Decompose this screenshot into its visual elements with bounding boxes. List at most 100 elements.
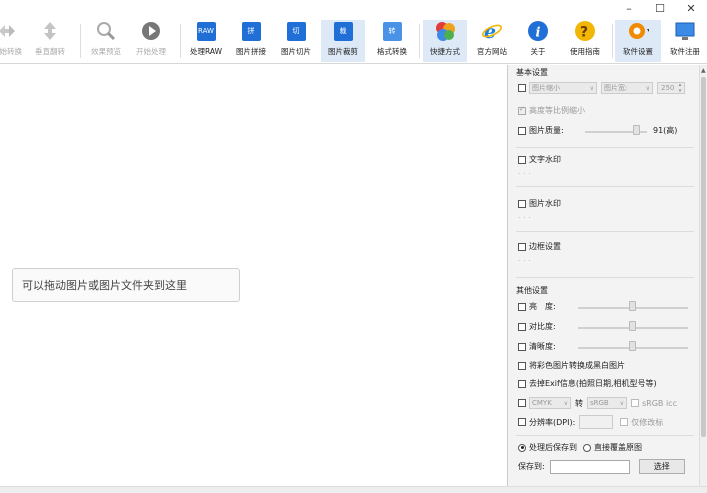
quality-checkbox[interactable] bbox=[518, 126, 526, 135]
divider bbox=[516, 277, 694, 278]
color-to-dropdown[interactable]: sRGB ∨ bbox=[587, 397, 627, 409]
border-row: 边框设置 bbox=[518, 241, 561, 252]
toolbar-image-crop[interactable]: 裁 图片裁剪 bbox=[321, 20, 365, 62]
divider bbox=[516, 186, 694, 187]
saturation-slider-knob[interactable] bbox=[629, 341, 636, 351]
border-placeholder: ··· bbox=[518, 257, 534, 265]
contrast-row: 对比度: bbox=[518, 321, 556, 332]
toolbar-flip-vertical[interactable]: 垂直翻转 bbox=[30, 20, 70, 62]
crop-icon: 裁 bbox=[333, 21, 353, 41]
resize-value-stepper[interactable]: 250 bbox=[657, 82, 685, 94]
image-watermark-row: 图片水印 bbox=[518, 198, 561, 209]
divider bbox=[516, 435, 694, 436]
play-icon bbox=[140, 20, 162, 42]
scroll-up-icon[interactable]: ▲ bbox=[701, 67, 706, 74]
quality-slider-knob[interactable] bbox=[633, 125, 640, 135]
slice-icon: 切 bbox=[286, 21, 306, 41]
toolbar-separator bbox=[419, 24, 420, 58]
toolbar-register[interactable]: 软件注册 bbox=[663, 20, 707, 62]
stitch-icon: 拼 bbox=[241, 21, 261, 41]
image-drop-area[interactable]: 可以拖动图片或图片文件夹到这里 bbox=[0, 65, 507, 486]
quality-row: 图片质量: bbox=[518, 125, 564, 136]
basic-settings-title: 基本设置 bbox=[516, 68, 548, 77]
dpi-keep-checkbox[interactable] bbox=[620, 418, 629, 426]
color-convert-checkbox[interactable] bbox=[518, 399, 526, 407]
toolbar-start-process[interactable]: 开始处理 bbox=[131, 20, 171, 62]
magnifier-icon bbox=[95, 20, 117, 42]
title-bar: – ☐ ✕ bbox=[0, 0, 707, 16]
toolbar-preview[interactable]: 效果预览 bbox=[86, 20, 126, 62]
register-icon bbox=[674, 20, 696, 42]
svg-text:i: i bbox=[536, 26, 541, 41]
icc-checkbox[interactable] bbox=[631, 399, 639, 407]
image-watermark-checkbox[interactable] bbox=[518, 199, 526, 208]
resize-row: 图片缩小 ∨ 图片宽: ∨ 250 bbox=[518, 82, 685, 94]
toolbar-settings[interactable]: 软件设置 bbox=[615, 20, 661, 62]
toolbar-separator bbox=[180, 24, 181, 58]
raw-icon: RAW bbox=[196, 21, 216, 41]
resize-checkbox[interactable] bbox=[518, 84, 526, 92]
status-bar bbox=[0, 486, 707, 493]
save-path-row: 保存到: 选择 bbox=[518, 459, 685, 474]
ie-icon: e bbox=[481, 20, 503, 42]
remove-exif-row: 去掉Exif信息(拍照日期,相机型号等) bbox=[518, 378, 657, 389]
grayscale-checkbox[interactable] bbox=[518, 361, 526, 370]
choose-folder-button[interactable]: 选择 bbox=[638, 459, 685, 474]
saturation-checkbox[interactable] bbox=[518, 342, 526, 351]
toolbar-process-raw[interactable]: RAW 处理RAW bbox=[186, 20, 226, 62]
text-watermark-checkbox[interactable] bbox=[518, 155, 526, 164]
keep-ratio-row: 高度等比例缩小 bbox=[518, 105, 585, 116]
settings-panel: 基本设置 图片缩小∨ 图片宽:∨ 250 高度等比例缩小 图片质量: 91(高)… bbox=[507, 65, 699, 486]
dpi-checkbox[interactable] bbox=[518, 418, 526, 426]
toolbar-separator bbox=[80, 24, 81, 58]
toolbar-image-slice[interactable]: 切 图片切片 bbox=[276, 20, 316, 62]
keep-ratio-checkbox[interactable] bbox=[518, 105, 526, 115]
svg-text:e: e bbox=[484, 21, 496, 42]
brightness-slider-knob[interactable] bbox=[629, 301, 636, 311]
toolbar-about[interactable]: i 关于 bbox=[518, 20, 558, 62]
shortcut-icon bbox=[434, 20, 456, 42]
color-from-dropdown[interactable]: CMYK ∨ bbox=[529, 397, 571, 409]
toolbar-separator bbox=[612, 24, 613, 58]
toolbar: 开始转换 垂直翻转 效果预览 开始处理 RAW 处理RAW 拼 图片拼接 切 图… bbox=[0, 16, 707, 64]
toolbar-official-site[interactable]: e 官方网站 bbox=[470, 20, 514, 62]
svg-text:?: ? bbox=[580, 25, 588, 41]
panel-scrollbar[interactable]: ▲ bbox=[699, 65, 707, 486]
save-after-radio[interactable] bbox=[518, 443, 526, 452]
brightness-row: 亮 度: bbox=[518, 301, 556, 312]
image-watermark-placeholder: ··· bbox=[518, 214, 534, 222]
info-icon: i bbox=[527, 20, 549, 42]
text-watermark-placeholder: ··· bbox=[518, 170, 534, 178]
minimize-button[interactable]: – bbox=[614, 0, 644, 16]
quality-value: 91(高) bbox=[653, 126, 678, 135]
toolbar-guide[interactable]: ? 使用指南 bbox=[563, 20, 607, 62]
dpi-input[interactable] bbox=[579, 415, 614, 429]
scroll-thumb[interactable] bbox=[701, 77, 706, 437]
drop-hint: 可以拖动图片或图片文件夹到这里 bbox=[12, 268, 240, 302]
help-icon: ? bbox=[574, 20, 596, 42]
overwrite-radio[interactable] bbox=[583, 443, 591, 452]
save-path-input[interactable] bbox=[549, 459, 630, 474]
brightness-checkbox[interactable] bbox=[518, 302, 526, 311]
dpi-row: 分辨率(DPI): 仅修改标 bbox=[518, 415, 663, 429]
saturation-row: 清晰度: bbox=[518, 341, 556, 352]
toolbar-format-convert[interactable]: 转 格式转换 bbox=[370, 20, 414, 62]
remove-exif-checkbox[interactable] bbox=[518, 379, 526, 388]
grayscale-row: 将彩色图片转换成黑白图片 bbox=[518, 360, 625, 371]
contrast-slider-knob[interactable] bbox=[629, 321, 636, 331]
arrows-ud-icon bbox=[39, 20, 61, 42]
maximize-button[interactable]: ☐ bbox=[645, 0, 675, 16]
toolbar-start-convert[interactable]: 开始转换 bbox=[0, 20, 22, 62]
resize-dimension-dropdown[interactable]: 图片宽: ∨ bbox=[601, 82, 653, 94]
divider bbox=[516, 147, 694, 148]
toolbar-image-stitch[interactable]: 拼 图片拼接 bbox=[231, 20, 271, 62]
close-button[interactable]: ✕ bbox=[676, 0, 706, 16]
border-checkbox[interactable] bbox=[518, 242, 526, 251]
arrows-lr-icon bbox=[0, 20, 18, 42]
divider bbox=[516, 231, 694, 232]
resize-mode-dropdown[interactable]: 图片缩小 ∨ bbox=[529, 82, 597, 94]
contrast-checkbox[interactable] bbox=[518, 322, 526, 331]
other-settings-title: 其他设置 bbox=[516, 286, 548, 295]
toolbar-shortcut[interactable]: 快捷方式 bbox=[423, 20, 467, 62]
text-watermark-row: 文字水印 bbox=[518, 154, 561, 165]
